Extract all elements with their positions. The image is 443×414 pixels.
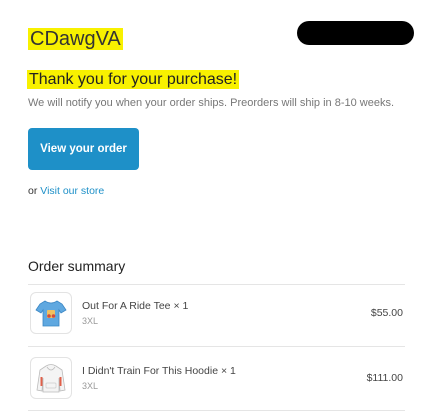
divider — [28, 410, 405, 411]
or-text: or — [28, 185, 38, 197]
item-thumbnail — [30, 357, 72, 399]
tshirt-icon — [35, 300, 67, 327]
alternate-action: or Visit our store — [28, 185, 104, 197]
order-item: Out For A Ride Tee × 1 3XL $55.00 — [28, 291, 405, 337]
item-variant: 3XL — [82, 316, 99, 326]
thank-you-heading: Thank you for your purchase! — [27, 70, 240, 89]
item-thumbnail — [30, 292, 72, 334]
email-header: CDawgVA — [0, 0, 443, 60]
item-title: I Didn't Train For This Hoodie × 1 — [82, 365, 236, 377]
shipping-notice: We will notify you when your order ships… — [28, 97, 395, 109]
item-title: Out For A Ride Tee × 1 — [82, 300, 189, 312]
item-price: $111.00 — [366, 372, 403, 384]
redacted-order-number — [297, 21, 414, 45]
view-order-button[interactable]: View your order — [28, 128, 139, 170]
divider — [28, 284, 405, 285]
store-name: CDawgVA — [28, 28, 123, 50]
item-variant: 3XL — [82, 381, 99, 391]
order-summary-heading: Order summary — [28, 258, 126, 274]
order-item: I Didn't Train For This Hoodie × 1 3XL $… — [28, 356, 405, 402]
visit-store-link[interactable]: Visit our store — [40, 185, 104, 197]
item-price: $55.00 — [370, 307, 403, 319]
divider — [28, 346, 405, 347]
hoodie-icon — [36, 364, 66, 393]
